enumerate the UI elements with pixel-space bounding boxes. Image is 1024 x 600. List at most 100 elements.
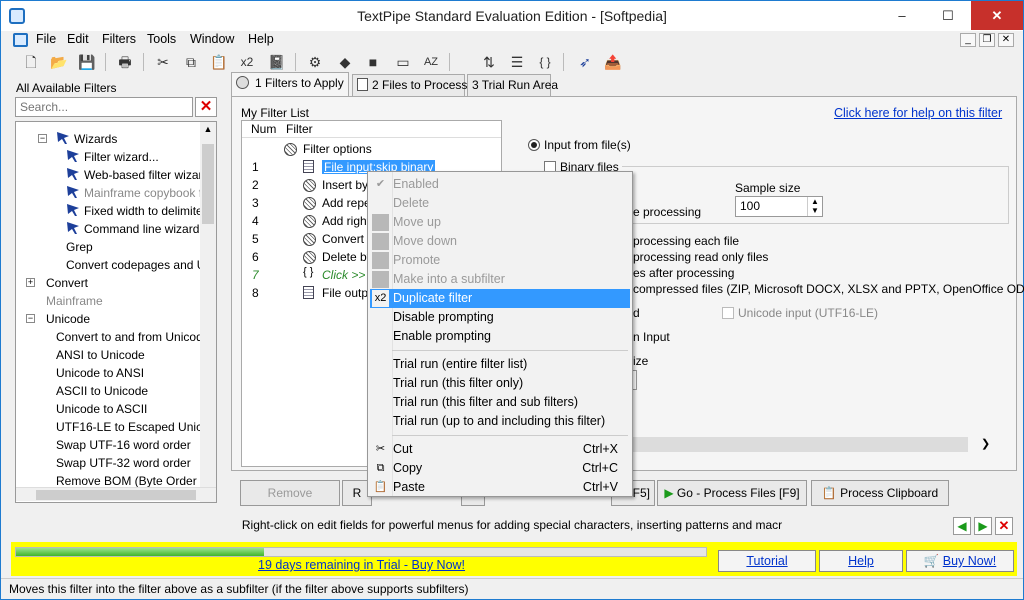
menu-item-duplicate-filter[interactable]: x2 Duplicate filter — [370, 289, 630, 308]
open-icon[interactable]: 📂 — [49, 52, 69, 72]
new-icon[interactable]: 🗋 — [21, 52, 41, 72]
filter-row-label[interactable]: Convert — [322, 230, 364, 248]
menu-item-move-down[interactable]: ▼ Move down — [370, 232, 630, 251]
clear-search-button[interactable]: ✕ — [195, 97, 217, 117]
tree-item[interactable]: Web-based filter wizard — [66, 166, 209, 184]
help-button[interactable]: Help — [819, 550, 903, 572]
filter-row-label[interactable]: Delete by — [322, 248, 373, 266]
tree-item[interactable]: Wizards — [56, 130, 117, 148]
menu-window[interactable]: Window — [190, 32, 234, 46]
menu-item-enable-prompting[interactable]: Enable prompting — [370, 327, 630, 346]
filter-row-label[interactable]: Filter options — [303, 140, 372, 158]
minimize-button[interactable]: – — [879, 1, 925, 30]
tab-files-to-process[interactable]: 2 Files to Process — [352, 74, 467, 96]
tree-item[interactable]: Filter wizard... — [66, 148, 159, 166]
maximize-button[interactable]: ☐ — [925, 1, 971, 30]
close-hint-icon[interactable]: ✕ — [995, 517, 1013, 535]
menu-item-disable-prompting[interactable]: Disable prompting — [370, 308, 630, 327]
menu-item-trial-run-this-filter-and-sub-filters[interactable]: Trial run (this filter and sub filters) — [370, 393, 630, 412]
spinner-arrows-icon[interactable]: ▲ ▼ — [807, 197, 822, 216]
list-icon[interactable]: ☰ — [507, 52, 527, 72]
tree-item[interactable]: ASCII to Unicode — [56, 382, 148, 400]
close-button[interactable]: ✕ — [971, 1, 1023, 30]
print-icon[interactable]: 🖶 — [115, 52, 135, 72]
menu-item-paste[interactable]: 📋 Paste Ctrl+V — [370, 478, 630, 497]
tree-vertical-scrollbar[interactable]: ▲ ▼ — [200, 122, 216, 502]
export-icon[interactable]: 📤 — [603, 52, 623, 72]
tab-trial-run-area[interactable]: 3 Trial Run Area — [467, 74, 558, 96]
option-text[interactable]: d — [633, 306, 640, 320]
menu-item-move-up[interactable]: ▲ Move up — [370, 213, 630, 232]
input-from-files-radio[interactable]: Input from file(s) — [528, 138, 631, 152]
save-icon[interactable]: 💾 — [77, 52, 97, 72]
expand-icon[interactable]: + — [26, 278, 35, 287]
menu-item-copy[interactable]: ⧉ Copy Ctrl+C — [370, 459, 630, 478]
column-filter[interactable]: Filter — [286, 122, 313, 136]
mdi-minimize-button[interactable]: _ — [960, 33, 976, 47]
tree-item[interactable]: Unicode to ASCII — [56, 400, 147, 418]
menu-item-trial-run-up-to-and-including-this-filter[interactable]: Trial run (up to and including this filt… — [370, 412, 630, 431]
tree-horizontal-scrollbar[interactable] — [16, 487, 216, 501]
trial-days-link[interactable]: 19 days remaining in Trial - Buy Now! — [258, 558, 465, 572]
help-link[interactable]: Click here for help on this filter — [834, 106, 1002, 120]
tree-item[interactable]: Swap UTF-16 word order — [56, 436, 191, 454]
mdi-close-button[interactable]: ✕ — [998, 33, 1014, 47]
menu-item-delete[interactable]: Delete — [370, 194, 630, 213]
next-hint-icon[interactable]: ▶ — [974, 517, 992, 535]
cut-icon[interactable]: ✂ — [153, 52, 173, 72]
tree-item[interactable]: Mainframe copybook filte — [66, 184, 216, 202]
right-horizontal-scrollbar[interactable] — [633, 437, 968, 452]
menu-help[interactable]: Help — [248, 32, 274, 46]
option-text[interactable]: compressed files (ZIP, Microsoft DOCX, X… — [633, 282, 1024, 296]
tree-item[interactable]: Unicode to ANSI — [56, 364, 144, 382]
menu-item-trial-run-this-filter-only[interactable]: Trial run (this filter only) — [370, 374, 630, 393]
scroll-right-icon[interactable]: ❯ — [981, 437, 990, 450]
sort-icon[interactable]: ⇅ — [479, 52, 499, 72]
menu-item-make-into-a-subfilter[interactable]: ▶ Make into a subfilter — [370, 270, 630, 289]
paste-icon[interactable]: 📋 — [209, 52, 229, 72]
tree-item[interactable]: Convert — [46, 274, 88, 292]
option-text[interactable]: n Input — [633, 330, 670, 344]
tutorial-button[interactable]: Tutorial — [718, 550, 816, 572]
tree-item[interactable]: Command line wizard — [66, 220, 199, 238]
remove-button[interactable]: Remove — [240, 480, 340, 506]
menu-filters[interactable]: Filters — [102, 32, 136, 46]
search-input[interactable] — [15, 97, 193, 117]
mdi-restore-button[interactable]: ❐ — [979, 33, 995, 47]
filter-row-label[interactable]: Insert by — [322, 176, 368, 194]
filter-row-label[interactable]: Add right — [322, 212, 370, 230]
menu-file[interactable]: File — [36, 32, 56, 46]
menu-edit[interactable]: Edit — [67, 32, 89, 46]
column-num[interactable]: Num — [251, 122, 276, 136]
menu-tools[interactable]: Tools — [147, 32, 176, 46]
duplicate-icon[interactable]: x2 — [237, 52, 257, 72]
clear-icon[interactable]: ◆ — [335, 52, 355, 72]
scroll-thumb[interactable] — [202, 144, 214, 224]
option-text[interactable]: processing read only files — [633, 250, 768, 264]
filter-tree[interactable]: − Wizards Filter wizard... Web-based filter… — [15, 121, 217, 503]
braces-icon[interactable]: { } — [535, 52, 555, 72]
menu-item-promote[interactable]: ◀ Promote — [370, 251, 630, 270]
filter-icon[interactable]: ⚙ — [305, 52, 325, 72]
process-clipboard-button[interactable]: 📋 Process Clipboard — [811, 480, 949, 506]
tree-item[interactable]: Grep — [66, 238, 93, 256]
wand-icon[interactable]: ➶ — [575, 52, 595, 72]
menu-item-cut[interactable]: ✂ Cut Ctrl+X — [370, 440, 630, 459]
filter-row-label[interactable]: Add repe — [322, 194, 371, 212]
tree-item[interactable]: Fixed width to delimited w — [66, 202, 216, 220]
option-text[interactable]: ize — [633, 354, 648, 368]
filter-row-label[interactable]: Click >> — [322, 266, 365, 284]
option-text[interactable]: processing each file — [633, 234, 739, 248]
menu-item-trial-run-entire-filter-list[interactable]: Trial run (entire filter list) — [370, 355, 630, 374]
tab-filters-to-apply[interactable]: 1 Filters to Apply — [231, 72, 349, 96]
go-process-files-button[interactable]: ▶ Go - Process Files [F9] — [657, 480, 807, 506]
hscroll-thumb[interactable] — [36, 490, 196, 500]
scroll-up-icon[interactable]: ▲ — [202, 124, 214, 136]
screen-icon[interactable]: ▭ — [393, 52, 413, 72]
notes-icon[interactable]: 📓 — [267, 52, 287, 72]
previous-hint-icon[interactable]: ◀ — [953, 517, 971, 535]
tree-item[interactable]: Convert to and from Unicode — [56, 328, 209, 346]
tree-item[interactable]: Unicode — [46, 310, 90, 328]
size-field-edge[interactable] — [633, 370, 637, 390]
tree-item[interactable]: ANSI to Unicode — [56, 346, 145, 364]
